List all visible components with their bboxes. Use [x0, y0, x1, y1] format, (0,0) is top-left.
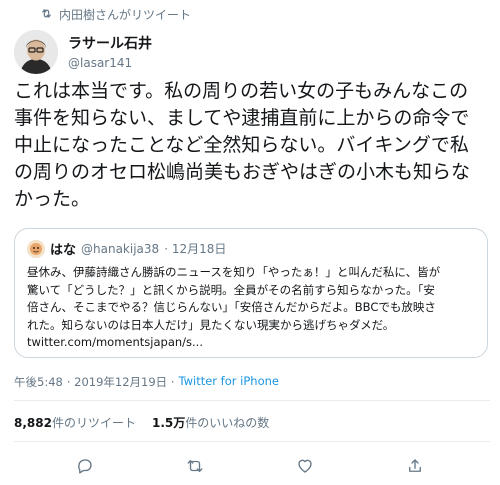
quote-author-name: はな [50, 243, 77, 258]
quote-text-line: 昼休み、伊藤詩織さん勝訴のニュースを知り「やったぁ！」と叫んだ私に、皆が [27, 265, 441, 279]
quote-text: 昼休み、伊藤詩織さん勝訴のニュースを知り「やったぁ！」と叫んだ私に、皆が 驚いて… [27, 264, 475, 352]
tweet-meta: 午後5:48 · 2019年12月19日 · Twitter for iPhon… [14, 374, 279, 390]
share-icon[interactable] [405, 456, 425, 476]
quote-text-line: 驚いて「どうした？」と訊くから説明。全員がその名前すら知らなかった。「安 [27, 282, 435, 297]
tweet-text-line: 事件を知らない、ましてや逮捕直前に上からの命令で [14, 107, 470, 129]
quote-text-line: れた。知らないのは日本人だけ」見たくない現実から逃げちゃダメだ。 [27, 317, 395, 332]
likes-count: 1.5万 [151, 416, 186, 430]
likes-label: 件のいいねの数 [185, 416, 270, 430]
retweets-stat[interactable]: 8,882件のリツイート [14, 414, 136, 431]
retweet-action-icon[interactable] [185, 456, 205, 476]
quote-link[interactable]: twitter.com/momentsjapan/s... [27, 334, 475, 352]
retweet-banner-text[interactable]: 内田樹さんがリツイート [59, 6, 191, 23]
tweet-date: · 2019年12月19日 · [66, 375, 175, 389]
retweet-banner: 内田樹さんがリツイート [40, 6, 191, 23]
author-name[interactable]: ラサール石井 [68, 33, 152, 53]
tweet-text-line: の周りのオセロ松嶋尚美もおぎやはぎの小木も知らな [14, 161, 471, 183]
author-info: ラサール石井 @lasar141 [68, 33, 152, 70]
divider [14, 400, 490, 401]
tweet-text-line: これは本当です。私の周りの若い女の子もみんなこの [14, 80, 469, 102]
tweet-text-line: かった。 [14, 188, 91, 210]
divider [14, 441, 490, 442]
quoted-tweet[interactable]: はな @hanakija38 · 12月18日 昼休み、伊藤詩織さん勝訴のニュー… [14, 228, 488, 358]
tweet-text-line: 中止になったことなど全然知らない。バイキングで私 [14, 134, 469, 156]
author-avatar[interactable] [14, 30, 58, 74]
tweet-text: これは本当です。私の周りの若い女の子もみんなこの 事件を知らない、ましてや逮捕直… [14, 78, 490, 213]
like-icon[interactable] [295, 456, 315, 476]
action-bar [0, 456, 500, 476]
quote-date: · 12月18日 [164, 242, 227, 256]
likes-stat[interactable]: 1.5万件のいいねの数 [152, 414, 269, 431]
retweets-label: 件のリツイート [51, 416, 136, 430]
tweet-time[interactable]: 午後5:48 [14, 374, 63, 390]
retweets-count: 8,882 [14, 416, 52, 430]
quote-author-handle: @hanakija38 [81, 241, 160, 256]
quote-text-line: 倍さん、そこまでやる？信じらんない」「安倍さんだからだよ。BBCでも放映さ [27, 300, 436, 314]
quoted-tweet-header: はな @hanakija38 · 12月18日 [27, 239, 475, 258]
retweet-icon [40, 7, 53, 23]
reply-icon[interactable] [75, 456, 95, 476]
quote-avatar [27, 239, 45, 258]
author-handle[interactable]: @lasar141 [68, 56, 152, 70]
tweet-source-app[interactable]: Twitter for iPhone [178, 374, 279, 390]
tweet-stats: 8,882件のリツイート 1.5万件のいいねの数 [14, 414, 269, 431]
